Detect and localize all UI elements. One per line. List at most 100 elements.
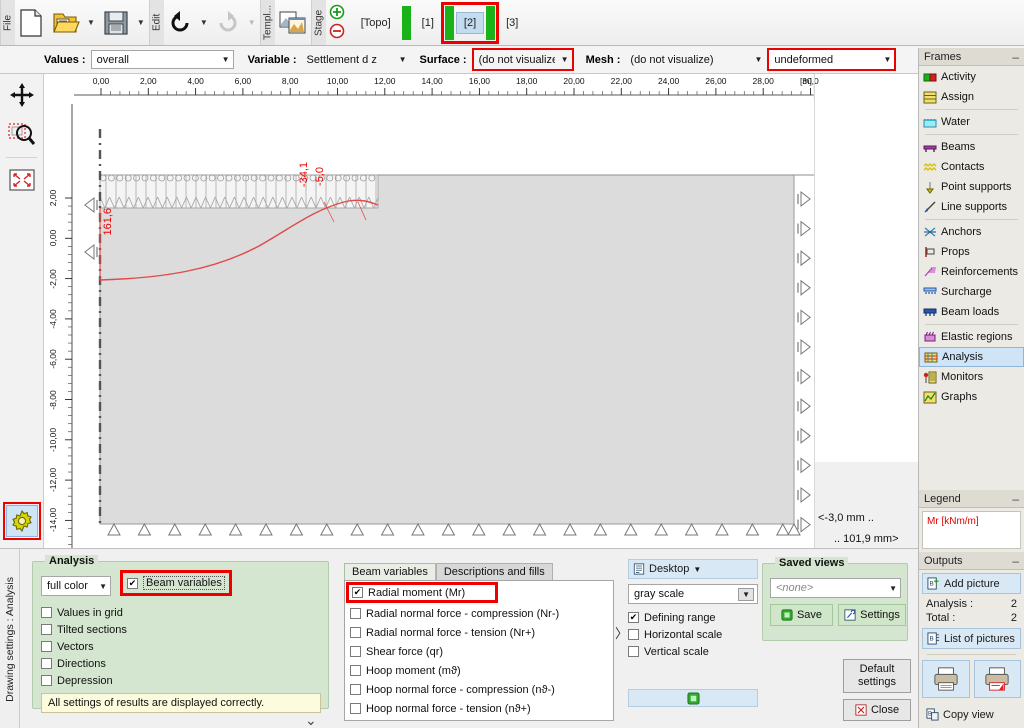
saved-views-settings-button[interactable]: Settings: [838, 604, 906, 626]
sidebar-item-contacts[interactable]: Contacts: [919, 157, 1024, 177]
checkbox[interactable]: [628, 646, 639, 657]
sidebar-item-analysis[interactable]: Analysis: [919, 347, 1024, 367]
save-button[interactable]: [99, 2, 133, 44]
checkbox[interactable]: [350, 646, 361, 657]
zoom-all-icon: [9, 169, 35, 191]
checkbox[interactable]: [41, 607, 52, 618]
drawing-canvas[interactable]: 0,00 2,00 4,00 6,00 8,00 10,00 12,00 14,00 16,00…: [44, 74, 918, 548]
values-combo[interactable]: overall ▼: [90, 50, 234, 69]
sidebar-item-anchors[interactable]: Anchors: [919, 222, 1024, 242]
undo-button[interactable]: [164, 2, 196, 44]
save-dropdown-arrow[interactable]: ▼: [133, 18, 149, 27]
save-view-button[interactable]: Save: [770, 604, 833, 626]
print-preview-button[interactable]: [973, 660, 1021, 698]
list-of-pictures-button[interactable]: B List of pictures: [922, 628, 1021, 649]
open-file-button[interactable]: [47, 2, 83, 44]
sidebar-item-assign[interactable]: Assign: [919, 87, 1024, 107]
analysis-check-depression[interactable]: Depression: [41, 672, 127, 689]
saved-views-combo[interactable]: <none> ▼: [770, 578, 901, 598]
sidebar-item-activity[interactable]: Activity: [919, 67, 1024, 87]
sidebar-item-point-supports[interactable]: Point supports: [919, 177, 1024, 197]
zoom-window-button[interactable]: [2, 116, 42, 154]
mesh-state-combo[interactable]: undeformed ▼: [769, 50, 895, 69]
checkbox[interactable]: [350, 665, 361, 676]
surface-combo[interactable]: (do not visualize) ▼: [474, 50, 572, 69]
sidebar-item-monitors[interactable]: Monitors: [919, 367, 1024, 387]
variable-label: Variable :: [247, 53, 297, 66]
color-mode-combo[interactable]: full color ▼: [41, 576, 111, 596]
mesh-combo[interactable]: (do not visualize) ▼: [625, 50, 765, 69]
checkbox[interactable]: [628, 612, 639, 623]
variable-check-2[interactable]: Radial normal force - tension (Nr+): [350, 624, 608, 641]
analysis-check-vectors[interactable]: Vectors: [41, 638, 127, 655]
checkbox[interactable]: [41, 675, 52, 686]
templates-button[interactable]: [275, 2, 311, 44]
open-file-dropdown-arrow[interactable]: ▼: [83, 18, 99, 27]
variable-check-3[interactable]: Shear force (qr): [350, 643, 608, 660]
desktop-check-vertical-scale[interactable]: Vertical scale: [628, 643, 758, 660]
legend-minimize-icon[interactable]: –: [1012, 493, 1019, 505]
default-settings-button[interactable]: Default settings: [843, 659, 911, 693]
variable-check-6[interactable]: Hoop normal force - tension (nϑ+): [350, 700, 608, 717]
outputs-minimize-icon[interactable]: –: [1012, 555, 1019, 567]
analysis-check-tilted-sections[interactable]: Tilted sections: [41, 621, 127, 638]
add-picture-button[interactable]: B Add picture: [922, 573, 1021, 594]
sidebar-item-props[interactable]: Props: [919, 242, 1024, 262]
stage-tab-3[interactable]: [3]: [499, 13, 525, 33]
frames-minimize-icon[interactable]: –: [1012, 51, 1019, 63]
close-button[interactable]: Close: [843, 699, 911, 721]
beam-variables-checkbox-row[interactable]: Beam variables: [127, 575, 225, 591]
checkbox[interactable]: [41, 624, 52, 635]
variable-check-0[interactable]: Radial moment (Mr): [346, 582, 498, 603]
tab-beam-variables[interactable]: Beam variables: [344, 563, 436, 580]
beam-variables-list[interactable]: Radial moment (Mr) Radial normal force - …: [344, 580, 614, 721]
undo-dropdown-arrow[interactable]: ▼: [196, 18, 212, 27]
pan-move-button[interactable]: [2, 76, 42, 114]
analysis-check-directions[interactable]: Directions: [41, 655, 127, 672]
variable-combo[interactable]: Settlement d z ▼: [302, 50, 410, 69]
checkbox[interactable]: [628, 629, 639, 640]
expand-panel-arrow-icon[interactable]: 〉: [615, 623, 628, 642]
sidebar-item-elastic-regions[interactable]: Elastic regions: [919, 327, 1024, 347]
variable-check-7[interactable]: Perpendicular deformation (D): [350, 719, 608, 720]
checkbox[interactable]: [350, 608, 361, 619]
desktop-button[interactable]: Desktop ▼: [628, 559, 758, 579]
checkbox[interactable]: [350, 703, 361, 714]
chevron-down-icon: ▼: [398, 55, 407, 64]
stage-tab-2[interactable]: [2]: [455, 11, 485, 34]
checkbox[interactable]: [352, 587, 363, 598]
new-document-button[interactable]: [15, 2, 47, 44]
stage-tab-topo[interactable]: [Topo]: [354, 13, 398, 33]
tab-descriptions-and-fills[interactable]: Descriptions and fills: [435, 563, 553, 580]
beam-variables-checkbox[interactable]: [127, 577, 138, 589]
checkbox[interactable]: [350, 627, 361, 638]
sidebar-item-line-supports[interactable]: Line supports: [919, 197, 1024, 217]
add-stage-button[interactable]: [329, 4, 345, 23]
sidebar-item-reinforcements[interactable]: Reinforcements: [919, 262, 1024, 282]
sidebar-item-beams[interactable]: Beams: [919, 137, 1024, 157]
sidebar-item-graphs[interactable]: Graphs: [919, 387, 1024, 407]
variable-check-4[interactable]: Hoop moment (mϑ): [350, 662, 608, 679]
sidebar-item-surcharge[interactable]: Surcharge: [919, 282, 1024, 302]
collapse-panel-icon[interactable]: ⌄: [305, 712, 317, 728]
copy-view-button[interactable]: B Copy view: [922, 704, 1021, 725]
checkbox[interactable]: [41, 658, 52, 669]
apply-button[interactable]: [628, 689, 758, 707]
remove-stage-button[interactable]: [329, 23, 345, 42]
analysis-check-values-in-grid[interactable]: Values in grid: [41, 604, 127, 621]
zoom-all-button[interactable]: [2, 161, 42, 199]
drawing-settings-button[interactable]: [6, 505, 38, 537]
stage-tab-1[interactable]: [1]: [415, 13, 441, 33]
print-button[interactable]: [922, 660, 970, 698]
checkbox-label: Vertical scale: [644, 645, 709, 658]
checkbox[interactable]: [350, 684, 361, 695]
desktop-check-horizontal-scale[interactable]: Horizontal scale: [628, 626, 758, 643]
drawing-settings-vertical-tab[interactable]: Drawing settings : Analysis: [0, 549, 20, 728]
sidebar-item-water[interactable]: Water: [919, 112, 1024, 132]
checkbox[interactable]: [41, 641, 52, 652]
sidebar-item-beam-loads[interactable]: Beam loads: [919, 302, 1024, 322]
scale-mode-combo[interactable]: gray scale ▼: [628, 584, 758, 604]
desktop-check-defining-range[interactable]: Defining range: [628, 609, 758, 626]
variable-check-1[interactable]: Radial normal force - compression (Nr-): [350, 605, 608, 622]
variable-check-5[interactable]: Hoop normal force - compression (nϑ-): [350, 681, 608, 698]
